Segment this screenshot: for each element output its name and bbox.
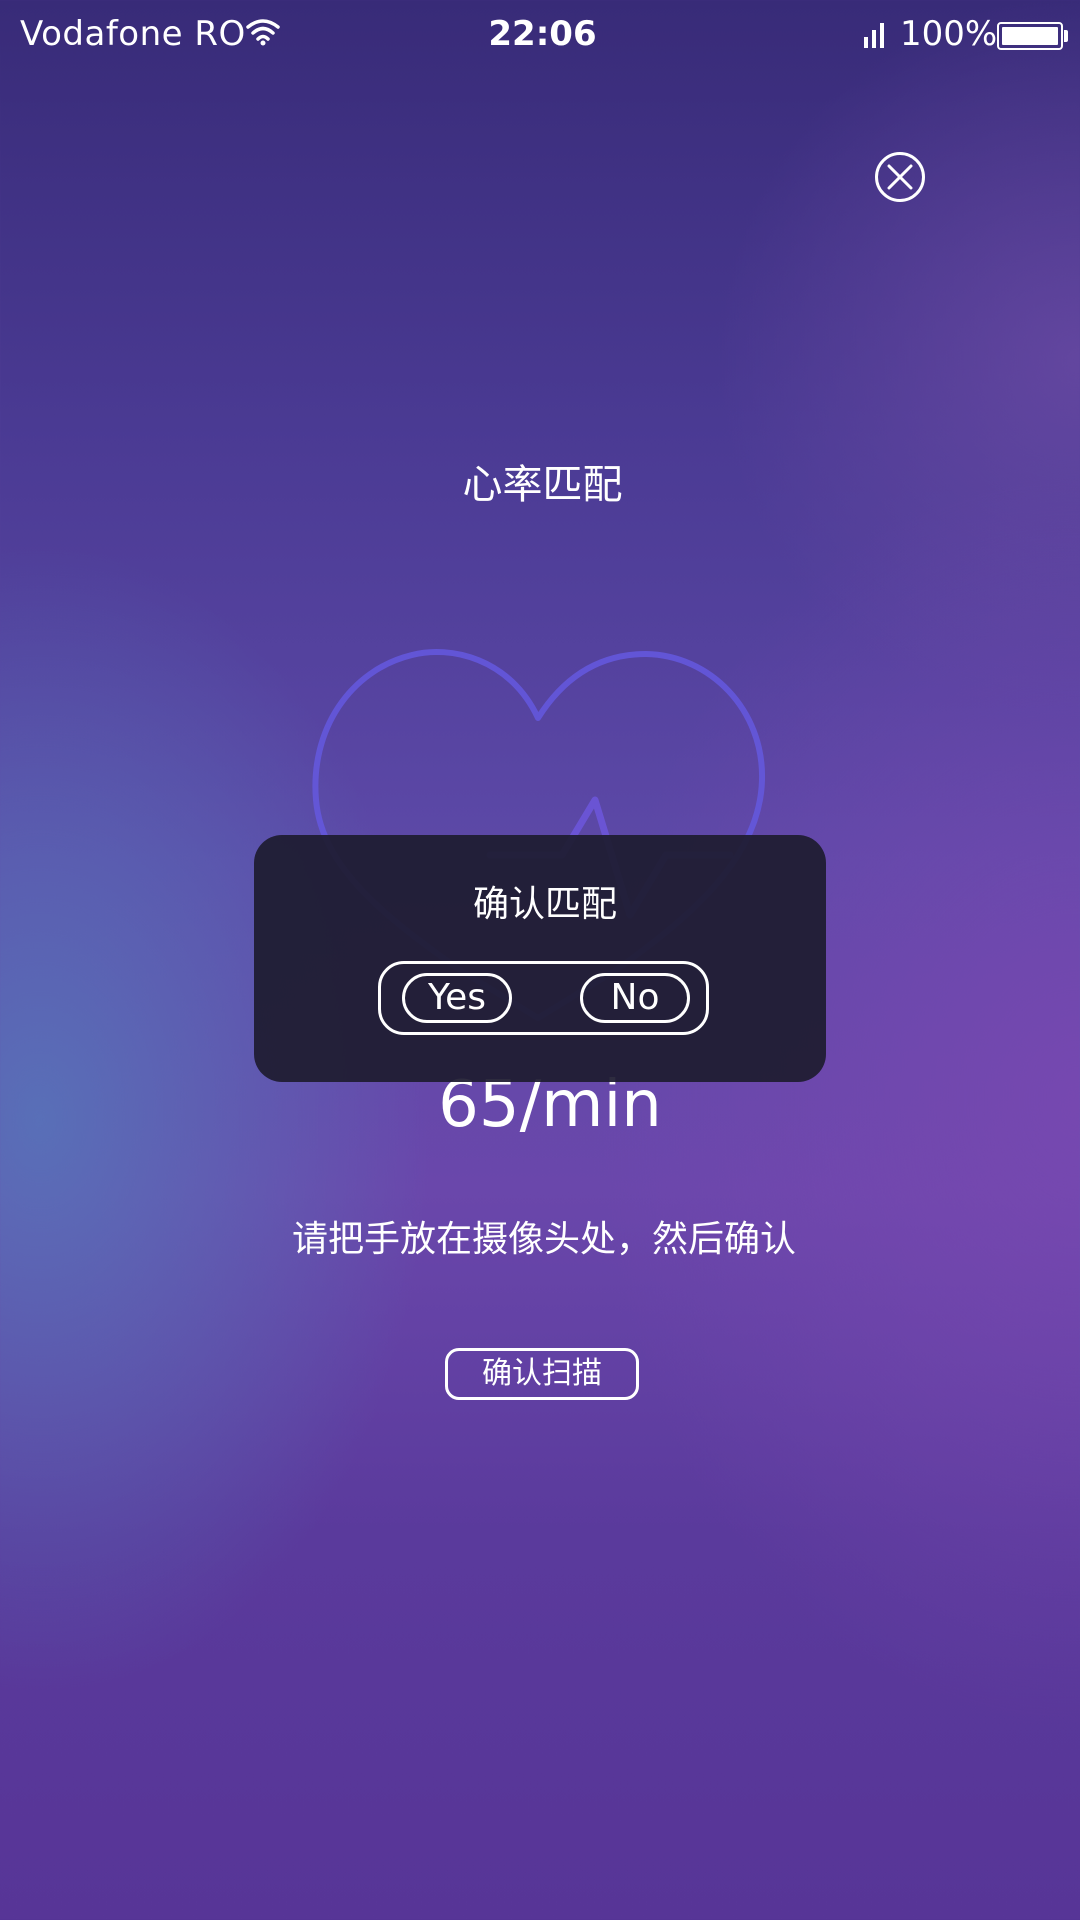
yes-button[interactable]: Yes — [402, 973, 512, 1023]
dialog-actions: Yes No — [378, 961, 709, 1035]
status-bar: Vodafone RO 22:06 100% — [0, 0, 1080, 70]
battery-level-fill — [1002, 27, 1058, 45]
instruction-text: 请把手放在摄像头处，然后确认 — [291, 1219, 796, 1260]
no-button[interactable]: No — [580, 973, 690, 1023]
confirm-match-dialog: 确认匹配 Yes No — [254, 835, 826, 1082]
battery-tip — [1064, 30, 1068, 42]
battery-icon — [997, 22, 1063, 50]
battery-percent: 100% — [900, 14, 998, 54]
confirm-scan-button[interactable]: 确认扫描 — [445, 1348, 639, 1400]
page-title: 心率匹配 — [462, 462, 623, 508]
signal-icon — [864, 23, 884, 48]
dialog-title: 确认匹配 — [472, 884, 617, 925]
close-circle-icon[interactable] — [874, 151, 926, 203]
